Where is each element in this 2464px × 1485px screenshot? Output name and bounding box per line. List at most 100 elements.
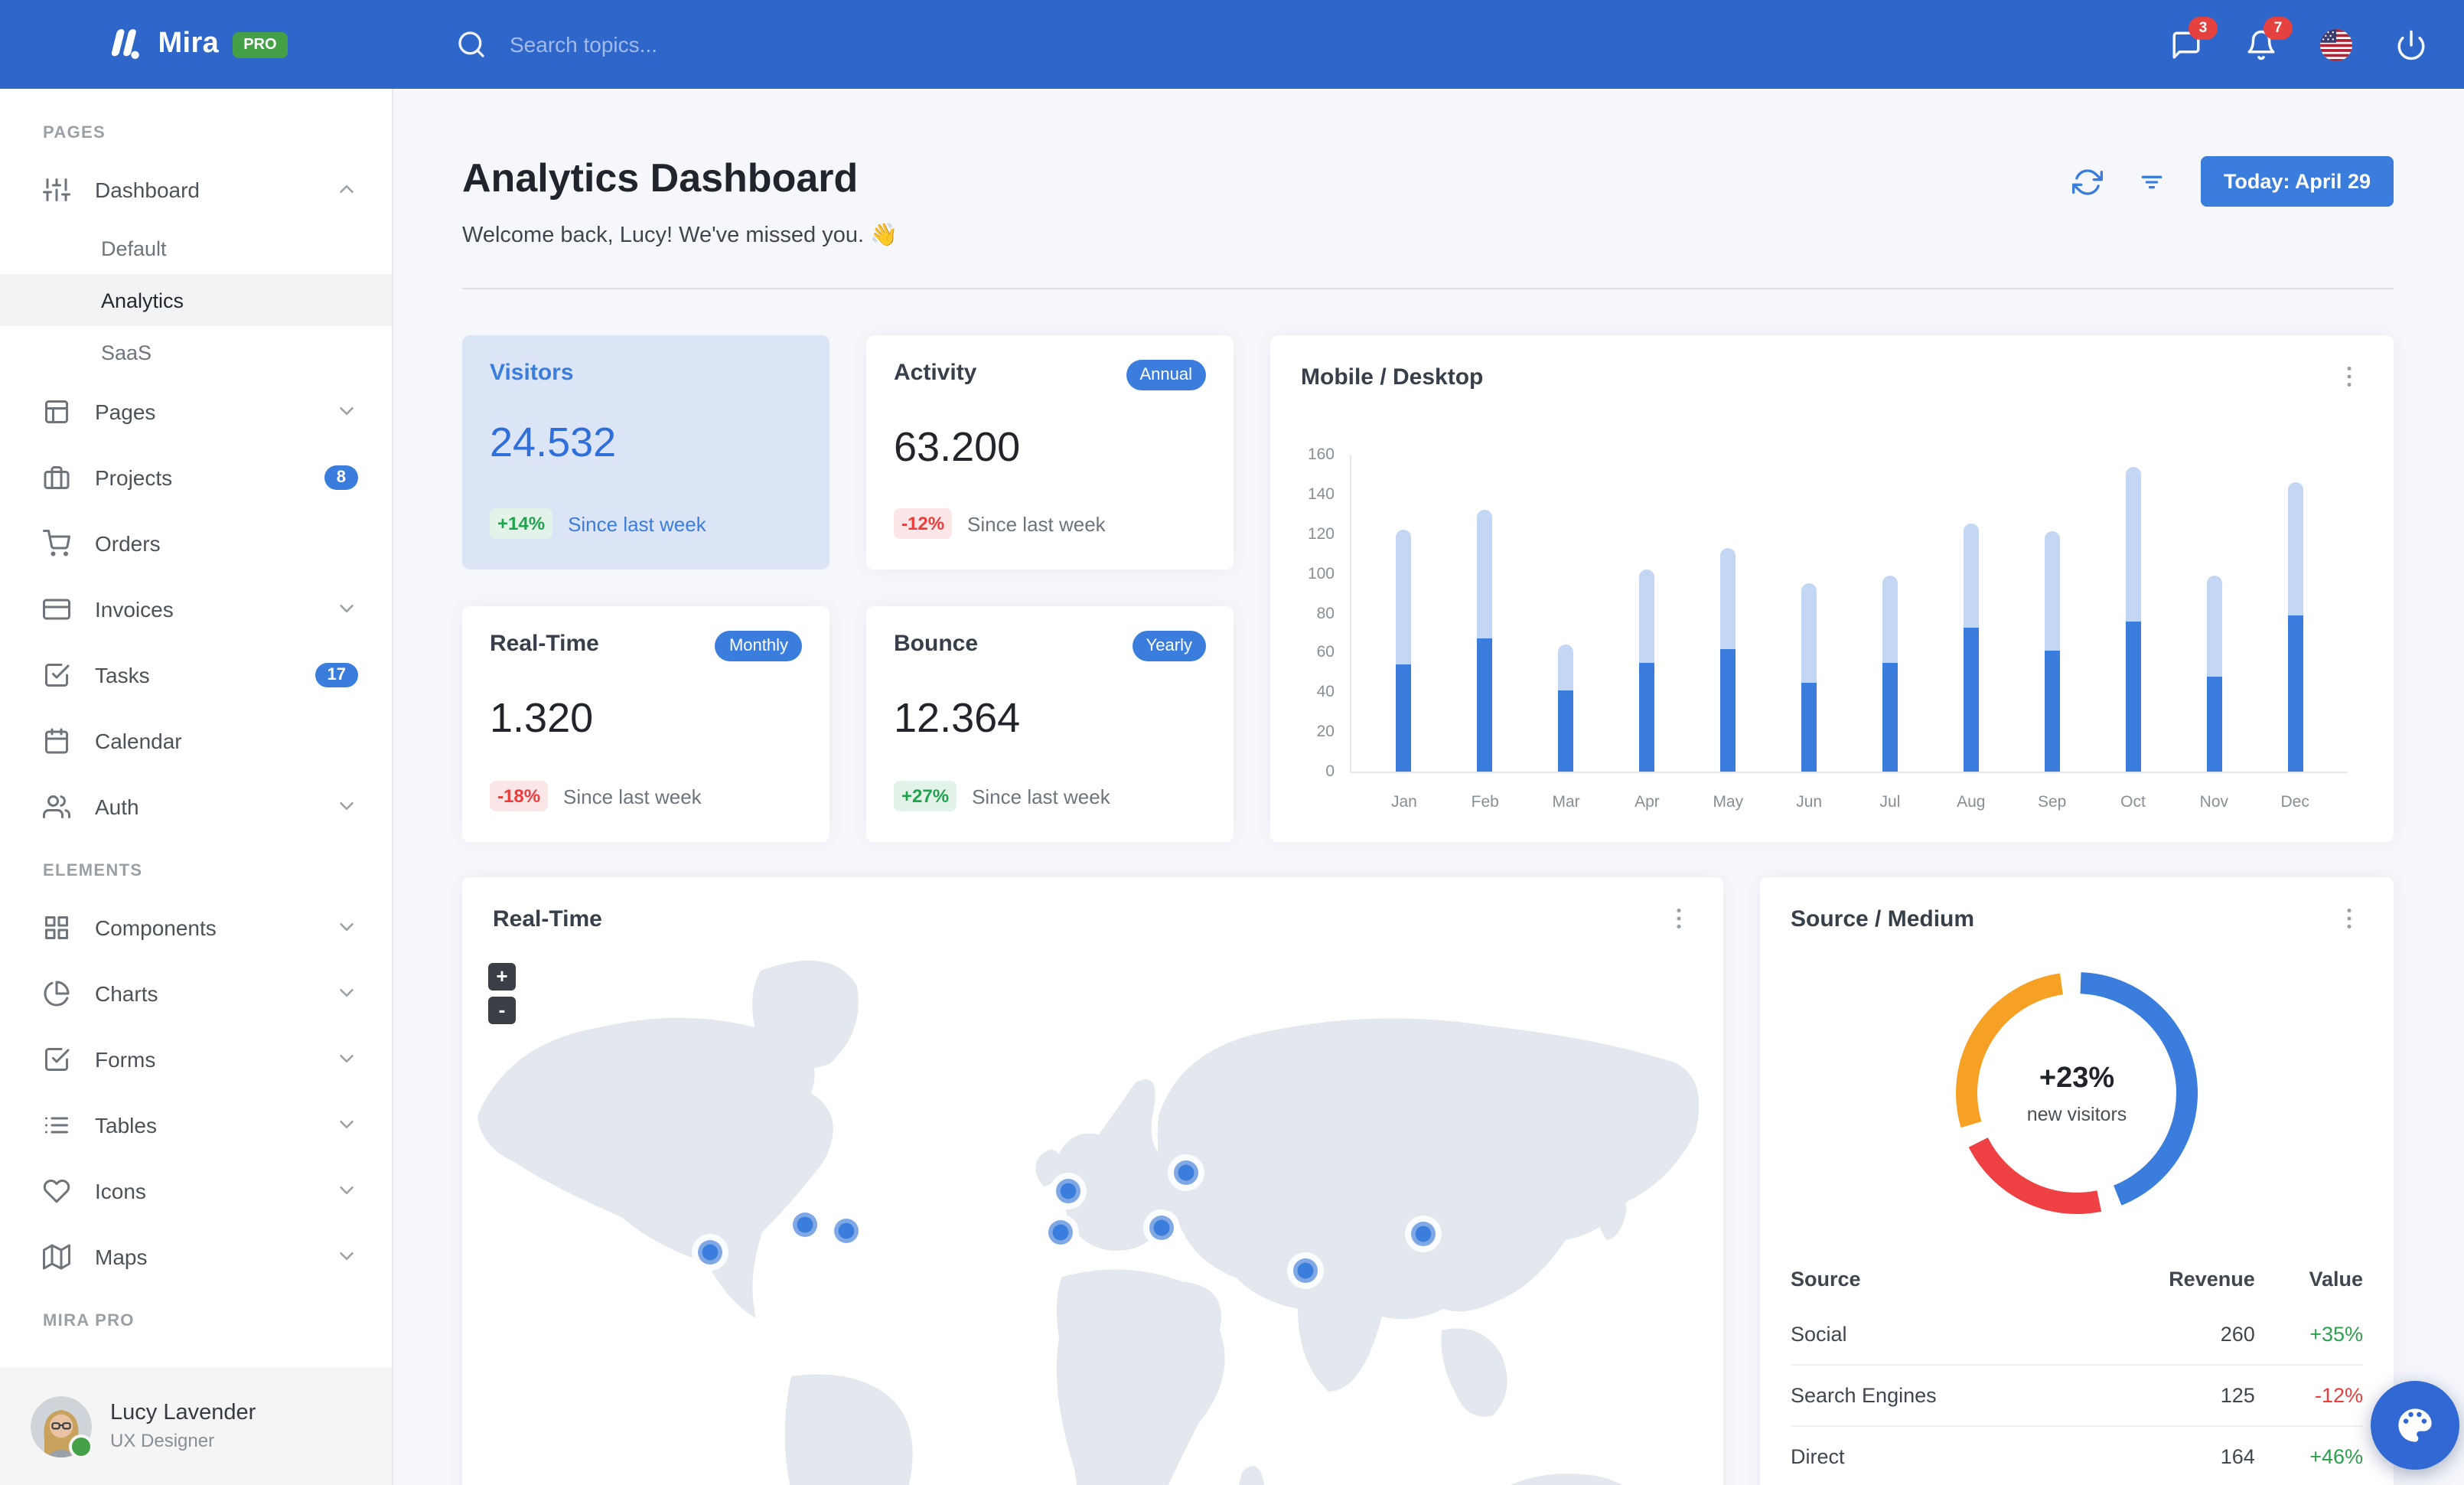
panel-menu-button[interactable] bbox=[1665, 905, 1693, 932]
sidebar-section-label: ELEMENTS bbox=[43, 862, 143, 880]
date-range-button[interactable]: Today: April 29 bbox=[2200, 156, 2394, 207]
x-tick: Nov bbox=[2199, 793, 2229, 811]
brand-name: Mira bbox=[158, 28, 220, 60]
bar-aug: Aug bbox=[1931, 455, 2012, 811]
notifications-badge: 7 bbox=[2264, 16, 2293, 39]
sidebar-item-maps[interactable]: Maps bbox=[0, 1223, 392, 1289]
stat-value: 12.364 bbox=[894, 695, 1021, 741]
panel-title: Real-Time bbox=[493, 906, 602, 932]
sidebar-section-label: PAGES bbox=[43, 124, 106, 142]
welcome-message: Welcome back, Lucy! We've missed you. 👋 bbox=[462, 224, 898, 248]
power-icon bbox=[2395, 28, 2427, 60]
search-bar bbox=[456, 29, 941, 60]
column-header-value: Value bbox=[2309, 1268, 2363, 1291]
sidebar-section-label: MIRA PRO bbox=[43, 1312, 135, 1330]
bar-dec: Dec bbox=[2254, 455, 2335, 811]
panel-menu-button[interactable] bbox=[2335, 363, 2363, 390]
x-tick: Apr bbox=[1635, 793, 1660, 811]
y-tick: 0 bbox=[1325, 762, 1335, 781]
zoom-out-button[interactable]: - bbox=[488, 997, 516, 1024]
filter-button[interactable] bbox=[2136, 166, 2167, 197]
sidebar-item-pages[interactable]: Pages bbox=[0, 378, 392, 444]
sidebar-item-auth[interactable]: Auth bbox=[0, 773, 392, 839]
cell-source: Social bbox=[1791, 1323, 1847, 1346]
cell-value: +46% bbox=[2254, 1425, 2363, 1485]
stat-caption: Since last week bbox=[563, 785, 702, 808]
y-tick: 140 bbox=[1307, 485, 1335, 504]
stat-caption: Since last week bbox=[972, 785, 1110, 808]
sidebar-item-invoices[interactable]: Invoices bbox=[0, 576, 392, 641]
bar-feb: Feb bbox=[1445, 455, 1526, 811]
stat-value: 63.200 bbox=[894, 424, 1021, 470]
y-tick: 40 bbox=[1316, 683, 1335, 702]
panel-menu-button[interactable] bbox=[2335, 905, 2363, 932]
header-actions: Today: April 29 bbox=[2071, 156, 2394, 207]
sidebar-badge: 8 bbox=[324, 465, 358, 489]
map-marker-2 bbox=[787, 1206, 823, 1243]
cell-revenue: 260 bbox=[2220, 1323, 2255, 1346]
zoom-in-button[interactable]: + bbox=[488, 963, 516, 991]
donut-chart: +23% new visitors bbox=[1947, 963, 2207, 1223]
period-badge[interactable]: Yearly bbox=[1132, 631, 1206, 661]
cell-revenue: 164 bbox=[2082, 1425, 2255, 1485]
avatar bbox=[31, 1395, 93, 1458]
cell-revenue: 125 bbox=[2082, 1364, 2255, 1426]
sidebar-item-charts[interactable]: Charts bbox=[0, 960, 392, 1026]
y-tick: 20 bbox=[1316, 723, 1335, 742]
period-badge[interactable]: Annual bbox=[1126, 360, 1206, 390]
stat-card-visitors: Visitors 24.532 +14% Since last week bbox=[462, 335, 829, 570]
sidebar-item-tasks[interactable]: Tasks 17 bbox=[0, 641, 392, 707]
mobile-desktop-panel: Mobile / Desktop 0 20 40 60 80 100 120 140 160 J… bbox=[1270, 335, 2394, 842]
x-tick: Aug bbox=[1957, 793, 1986, 811]
x-tick: Jun bbox=[1796, 793, 1823, 811]
more-vertical-icon bbox=[1665, 905, 1693, 932]
sidebar-item-projects[interactable]: Projects 8 bbox=[0, 444, 392, 510]
stat-title: Real-Time bbox=[490, 631, 599, 657]
donut-center-label: new visitors bbox=[2026, 1103, 2127, 1124]
bar-jan: Jan bbox=[1364, 455, 1445, 811]
sidebar-subitem-saas[interactable]: SaaS bbox=[0, 326, 392, 378]
sidebar-subitem-analytics[interactable]: Analytics bbox=[0, 274, 392, 326]
sidebar-item-components[interactable]: Components bbox=[0, 894, 392, 960]
y-tick: 80 bbox=[1316, 604, 1335, 622]
x-tick: Sep bbox=[2037, 793, 2067, 811]
source-table: Source Revenue Value Social 260 +35% Search… bbox=[1791, 1254, 2363, 1485]
map-marker-8 bbox=[1287, 1252, 1324, 1289]
search-input[interactable] bbox=[507, 31, 941, 58]
map-marker-3 bbox=[828, 1212, 865, 1249]
x-tick: Oct bbox=[2120, 793, 2146, 811]
sidebar-item-forms[interactable]: Forms bbox=[0, 1026, 392, 1092]
language-button[interactable] bbox=[2320, 28, 2352, 60]
x-tick: Mar bbox=[1552, 793, 1580, 811]
sidebar-user[interactable]: Lucy Lavender UX Designer bbox=[0, 1367, 392, 1485]
delta-badge: -12% bbox=[894, 508, 953, 539]
panel-title: Mobile / Desktop bbox=[1301, 364, 1484, 390]
sidebar-item-icons[interactable]: Icons bbox=[0, 1157, 392, 1223]
column-header-source: Source bbox=[1791, 1268, 1861, 1291]
sidebar-item-dashboard[interactable]: Dashboard bbox=[0, 156, 392, 222]
panel-title: Source / Medium bbox=[1791, 906, 1975, 932]
period-badge[interactable]: Monthly bbox=[715, 631, 802, 661]
page-title: Analytics Dashboard bbox=[462, 155, 859, 201]
theme-settings-button[interactable] bbox=[2371, 1381, 2459, 1470]
sidebar-item-calendar[interactable]: Calendar bbox=[0, 707, 392, 773]
sidebar-subitem-default[interactable]: Default bbox=[0, 222, 392, 274]
table-row-social: Social 260 +35% bbox=[1791, 1304, 2363, 1365]
sidebar-item-tables[interactable]: Tables bbox=[0, 1092, 392, 1157]
brand[interactable]: Mira PRO bbox=[0, 26, 392, 63]
pro-badge: PRO bbox=[233, 31, 288, 57]
user-role: UX Designer bbox=[110, 1430, 215, 1451]
refresh-button[interactable] bbox=[2071, 166, 2103, 197]
refresh-icon bbox=[2071, 166, 2103, 197]
filter-icon bbox=[2136, 166, 2167, 197]
x-tick: May bbox=[1713, 793, 1744, 811]
bar-jun: Jun bbox=[1768, 455, 1850, 811]
messages-button[interactable]: 3 bbox=[2170, 16, 2218, 60]
map-marker-9 bbox=[1405, 1216, 1442, 1252]
sidebar-item-orders[interactable]: Orders bbox=[0, 510, 392, 576]
header-divider bbox=[462, 288, 2394, 289]
source-medium-panel: Source / Medium +23% new visitors Source… bbox=[1760, 877, 2394, 1485]
logout-button[interactable] bbox=[2395, 28, 2427, 60]
more-vertical-icon bbox=[2335, 363, 2363, 390]
notifications-button[interactable]: 7 bbox=[2245, 16, 2293, 60]
